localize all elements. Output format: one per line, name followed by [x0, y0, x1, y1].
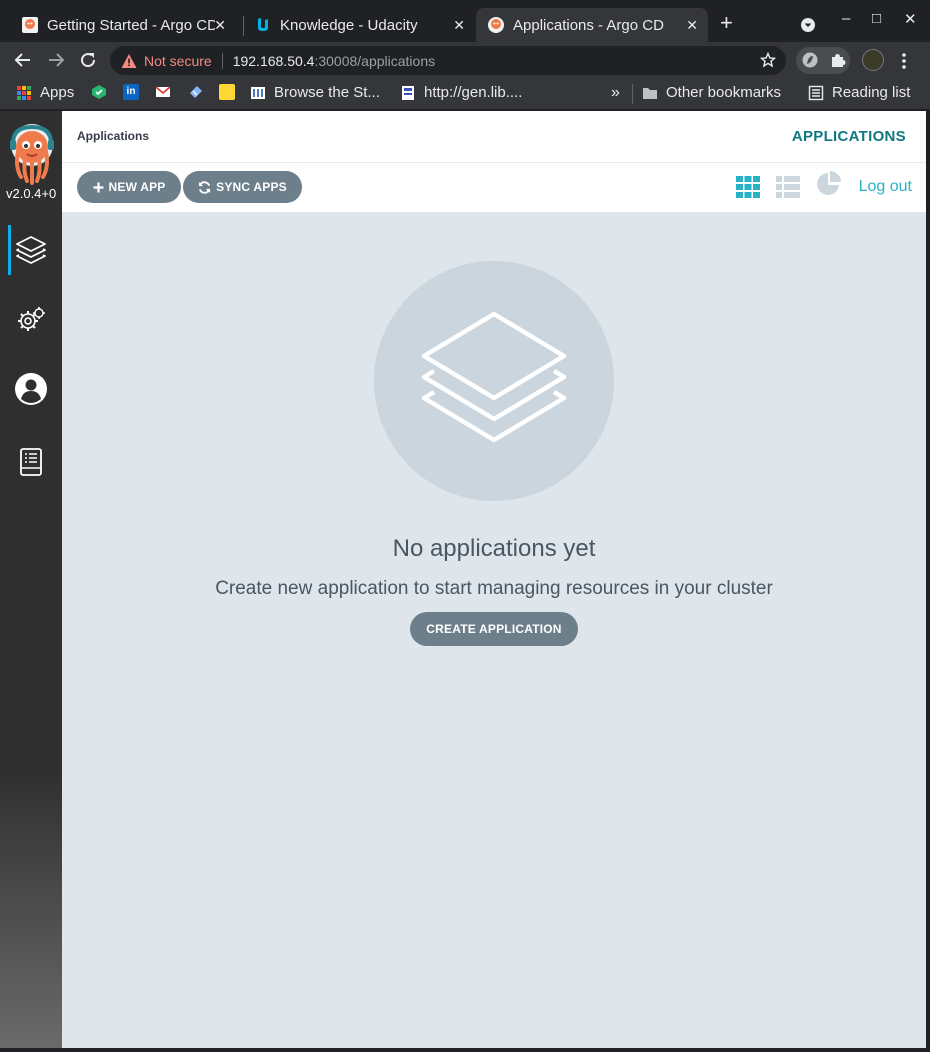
tab-title: Knowledge - Udacity	[280, 16, 418, 34]
back-arrow-icon[interactable]	[14, 51, 32, 69]
reading-list-label: Reading list	[832, 84, 911, 101]
url-host: 192.168.50.4	[232, 52, 315, 69]
breadcrumb[interactable]: Applications	[77, 129, 149, 143]
plus-icon	[93, 182, 104, 192]
window-close-icon[interactable]: ✕	[904, 10, 917, 28]
warning-icon	[121, 53, 137, 68]
browser-window: Getting Started - Argo CD ✕ Knowledge - …	[0, 0, 930, 1052]
reading-list[interactable]: Reading list	[808, 84, 910, 101]
reload-icon[interactable]	[79, 51, 97, 69]
layers-icon	[16, 236, 46, 264]
bookmark-linkedin[interactable]: in	[123, 84, 147, 100]
sidebar-item-docs[interactable]	[0, 437, 62, 487]
sync-apps-label: SYNC APPS	[216, 180, 287, 194]
minimize-icon[interactable]: –	[842, 10, 850, 27]
bookmark-label: http://gen.lib....	[424, 84, 523, 101]
empty-state-subtitle: Create new application to start managing…	[215, 578, 773, 599]
bookmark-apps[interactable]: Apps	[16, 84, 74, 101]
bookmarks-bar: Apps in Browse the St... http://gen.lib.…	[0, 78, 930, 110]
stacked-layers-icon	[421, 311, 567, 443]
sticky-note-icon	[219, 84, 235, 100]
shield-bookmark-icon	[92, 85, 106, 99]
puzzle-icon[interactable]	[830, 52, 846, 68]
tab-title: Applications - Argo CD	[513, 16, 664, 34]
bookmark-notes[interactable]	[219, 84, 243, 100]
bookmark-separator	[632, 84, 633, 104]
new-tab-button[interactable]: +	[720, 12, 733, 34]
argo-app: v2.0.4+0 Applications APPLICATIONS NEW A…	[0, 111, 926, 1048]
user-circle-icon	[15, 373, 47, 405]
tiles-view-icon[interactable]	[736, 175, 760, 199]
address-divider	[221, 52, 223, 69]
tab-close-icon[interactable]: ✕	[453, 17, 465, 34]
list-view-icon[interactable]	[776, 175, 800, 199]
bookmark-browse-store[interactable]: Browse the St...	[250, 84, 380, 101]
argo-logo-icon[interactable]	[9, 123, 55, 185]
browser-menu-icon[interactable]	[901, 52, 907, 70]
new-app-button[interactable]: NEW APP	[77, 171, 181, 203]
profile-avatar[interactable]	[862, 49, 884, 71]
sync-apps-button[interactable]: SYNC APPS	[183, 171, 302, 203]
browser-toolbar: Not secure 192.168.50.4:30008/applicatio…	[0, 42, 930, 78]
extension-leaf-icon[interactable]	[802, 52, 818, 68]
udacity-favicon-icon	[258, 18, 268, 31]
tab-udacity[interactable]: Knowledge - Udacity ✕	[233, 8, 475, 42]
forward-arrow-icon[interactable]	[47, 51, 65, 69]
security-label[interactable]: Not secure	[144, 53, 212, 69]
new-app-label: NEW APP	[108, 180, 166, 194]
create-application-button[interactable]: CREATE APPLICATION	[410, 612, 578, 646]
reading-list-icon	[808, 85, 824, 100]
bookmark-label: Apps	[40, 84, 75, 101]
empty-state-title: No applications yet	[392, 535, 596, 562]
apps-grid-icon	[17, 85, 31, 100]
bookmark-extension[interactable]	[188, 84, 212, 100]
bookmark-gmail[interactable]	[155, 84, 179, 100]
folder-icon	[643, 87, 657, 99]
docs-book-icon	[20, 448, 42, 476]
gmail-icon	[155, 86, 171, 97]
bookmark-label: Browse the St...	[274, 84, 380, 101]
tab-close-icon[interactable]: ✕	[214, 17, 226, 34]
gears-icon	[18, 307, 45, 331]
sidebar: v2.0.4+0	[0, 111, 62, 1048]
bookmark-genlib[interactable]: http://gen.lib....	[400, 84, 522, 101]
tab-strip: Getting Started - Argo CD ✕ Knowledge - …	[0, 0, 930, 42]
tab-getting-started[interactable]: Getting Started - Argo CD ✕	[0, 8, 236, 42]
summary-pie-icon[interactable]	[816, 171, 842, 197]
top-bar: Applications APPLICATIONS	[62, 111, 926, 163]
bookmark-vue[interactable]	[91, 84, 115, 100]
version-label: v2.0.4+0	[6, 186, 57, 201]
diamond-bookmark-icon	[190, 86, 202, 98]
action-bar: NEW APP SYNC APPS Log out	[62, 163, 926, 212]
bookmark-star-icon[interactable]	[760, 52, 776, 68]
store-icon	[251, 86, 265, 99]
linkedin-icon: in	[123, 84, 139, 100]
logout-link[interactable]: Log out	[859, 178, 912, 196]
bookmarks-overflow-button[interactable]: »	[611, 84, 620, 102]
other-bookmarks-label: Other bookmarks	[666, 84, 782, 101]
url-path: :30008/applications	[314, 52, 436, 69]
tab-title: Getting Started - Argo CD	[47, 16, 215, 34]
tab-applications[interactable]: Applications - Argo CD ✕	[476, 8, 708, 42]
maximize-icon[interactable]: □	[872, 10, 881, 27]
page-title: APPLICATIONS	[791, 128, 906, 145]
extensions-area	[796, 47, 850, 74]
address-bar[interactable]: Not secure 192.168.50.4:30008/applicatio…	[110, 46, 786, 75]
sidebar-item-user-info[interactable]	[0, 364, 62, 414]
tab-search-icon[interactable]	[800, 17, 816, 33]
library-icon	[402, 85, 414, 100]
sidebar-item-settings[interactable]	[0, 295, 62, 345]
other-bookmarks[interactable]: Other bookmarks	[642, 84, 781, 101]
sidebar-item-applications[interactable]	[0, 225, 62, 275]
argo-favicon-icon	[488, 17, 504, 33]
tab-close-icon[interactable]: ✕	[686, 17, 698, 34]
sync-icon	[199, 180, 211, 194]
empty-state-illustration	[374, 261, 614, 501]
argo-favicon-icon	[22, 17, 38, 33]
